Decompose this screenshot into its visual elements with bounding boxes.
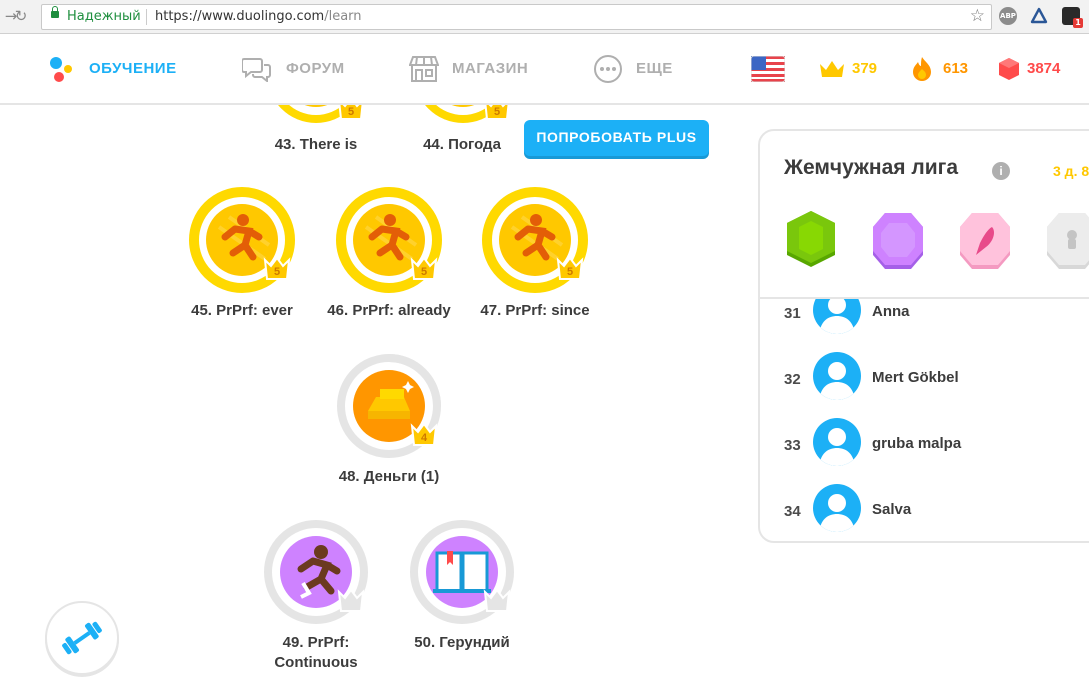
skill-47-label[interactable]: 47. PrPrf: since (445, 301, 625, 321)
shop-icon (409, 55, 439, 82)
rank-number: 34 (784, 503, 801, 520)
address-bar[interactable]: Надежный https://www.duolingo.com/learn … (41, 4, 992, 30)
league-title: Жемчужная лига (784, 156, 959, 179)
rank-number: 32 (784, 371, 801, 388)
crowns-counter[interactable]: 379 (818, 34, 877, 103)
rank-number: 31 (784, 305, 801, 322)
url-text[interactable]: https://www.duolingo.com/learn (155, 9, 362, 24)
emerald-league-icon (784, 209, 838, 275)
nav-forum[interactable]: ФОРУМ (242, 34, 345, 103)
avatar (813, 418, 861, 466)
svg-text:4: 4 (421, 432, 428, 444)
nav-more[interactable]: ЕЩЕ (593, 34, 673, 103)
username: Mert Gökbel (872, 369, 959, 386)
skill-48-label[interactable]: 48. Деньги (1) (299, 467, 479, 487)
svg-text:5: 5 (274, 266, 280, 278)
nav-more-label: ЕЩЕ (636, 60, 673, 77)
skill-46-crown-icon: 5 (409, 256, 439, 283)
adblock-extension-icon[interactable]: ABP (999, 7, 1017, 25)
site-header: ОБУЧЕНИЕ ФОРУМ МАГАЗИН ЕЩЕ 379 613 3874 (0, 34, 1089, 105)
gems-counter[interactable]: 3874 (998, 34, 1060, 103)
info-icon[interactable]: i (992, 162, 1010, 180)
omnibox-divider (146, 9, 147, 25)
amethyst-league-icon (871, 211, 925, 275)
flame-icon (913, 56, 931, 81)
us-flag-icon (751, 55, 785, 82)
learn-icon (50, 56, 72, 82)
skill-50-crown-icon (482, 588, 512, 615)
streak-counter[interactable]: 613 (911, 34, 968, 103)
avatar (813, 352, 861, 400)
more-icon (594, 54, 622, 83)
gem-icon (999, 57, 1019, 80)
league-panel: Жемчужная лига i 3 д. 8 31 Anna 32 Mert … (758, 129, 1089, 543)
username: gruba malpa (872, 435, 962, 452)
forum-icon (242, 57, 271, 82)
rank-number: 33 (784, 437, 801, 454)
avatar (813, 484, 861, 532)
leaderboard-list: 31 Anna 32 Mert Gökbel 33 gruba malpa 34… (760, 299, 1089, 537)
lock-icon (51, 6, 59, 18)
pearl-league-icon (958, 211, 1012, 275)
extension-triangle-icon[interactable] (1030, 7, 1048, 25)
language-flag[interactable] (751, 34, 785, 103)
skill-49-crown-icon (336, 588, 366, 615)
reload-icon[interactable]: ↻ (12, 7, 30, 25)
skill-45-crown-icon: 5 (262, 256, 292, 283)
svg-text:5: 5 (494, 106, 500, 118)
skill-47-crown-icon: 5 (555, 256, 585, 283)
skill-44-crown-icon: 5 (482, 105, 512, 123)
svg-text:5: 5 (421, 266, 427, 278)
browser-toolbar: → ↻ Надежный https://www.duolingo.com/le… (0, 0, 1089, 34)
leaderboard-row[interactable]: 33 gruba malpa (760, 409, 1089, 475)
dumbbell-icon (62, 621, 102, 655)
leaderboard-row[interactable]: 32 Mert Gökbel (760, 343, 1089, 409)
extension-face-icon[interactable]: 1 (1062, 7, 1083, 28)
leaderboard-row[interactable]: 31 Anna (760, 299, 1089, 343)
skill-49-label-line2: Continuous (274, 654, 358, 671)
streak-count: 613 (943, 60, 969, 77)
secure-label: Надежный (67, 9, 141, 24)
practice-button[interactable] (45, 601, 119, 675)
skill-48-crown-icon: 4 (409, 422, 439, 449)
nav-shop[interactable]: МАГАЗИН (409, 34, 528, 103)
leaderboard-row[interactable]: 34 Salva (760, 475, 1089, 537)
bookmark-star-icon[interactable]: ☆ (970, 6, 985, 26)
locked-league-icon (1045, 211, 1089, 275)
nav-learn-label: ОБУЧЕНИЕ (89, 60, 177, 77)
crown-icon (820, 60, 844, 77)
nav-shop-label: МАГАЗИН (452, 60, 529, 77)
nav-forum-label: ФОРУМ (286, 60, 345, 77)
nav-learn[interactable]: ОБУЧЕНИЕ (48, 34, 177, 103)
avatar (813, 299, 861, 334)
skill-49-label-line1: 49. PrPrf: (282, 634, 350, 651)
username: Salva (872, 501, 912, 518)
crowns-count: 379 (852, 60, 878, 77)
username: Anna (872, 303, 910, 320)
try-plus-button[interactable]: ПОПРОБОВАТЬ PLUS (524, 120, 709, 156)
skill-43-crown-icon: 5 (336, 105, 366, 123)
extension-badge: 1 (1073, 18, 1083, 28)
svg-text:5: 5 (567, 266, 573, 278)
league-days-left: 3 д. 8 (1053, 163, 1089, 179)
skill-50-label[interactable]: 50. Герундий (372, 633, 552, 653)
svg-text:5: 5 (348, 106, 354, 118)
gems-count: 3874 (1027, 60, 1061, 77)
